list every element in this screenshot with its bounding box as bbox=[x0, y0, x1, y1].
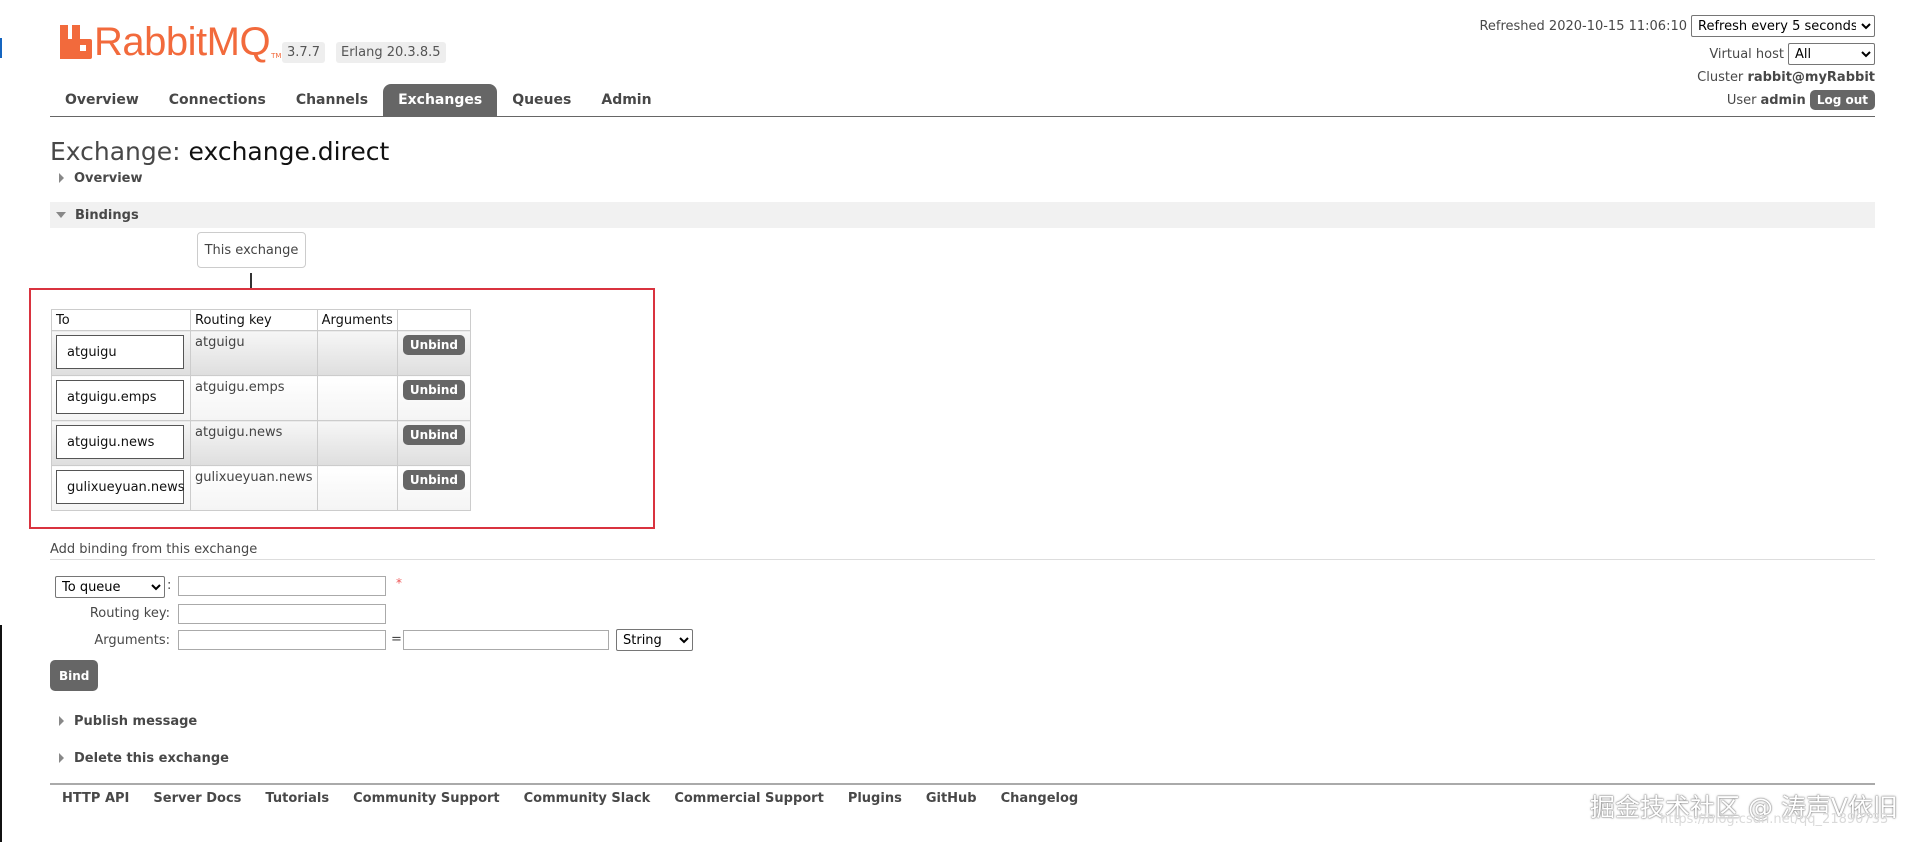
page-title: Exchange: exchange.direct bbox=[50, 137, 389, 166]
user-row: User admin Log out bbox=[1727, 90, 1875, 110]
rabbit-logo-icon bbox=[60, 25, 92, 59]
user-label: User bbox=[1726, 92, 1757, 108]
section-delete-label: Delete this exchange bbox=[74, 750, 229, 766]
left-edge-bar bbox=[0, 625, 2, 842]
add-binding-divider bbox=[50, 559, 1875, 560]
section-publish-label: Publish message bbox=[74, 713, 198, 729]
argument-equals: = bbox=[391, 632, 402, 647]
unbind-button[interactable]: Unbind bbox=[402, 335, 465, 355]
section-overview-label: Overview bbox=[74, 170, 143, 186]
queue-link[interactable]: atguigu bbox=[56, 335, 184, 369]
footer-link-github[interactable]: GitHub bbox=[914, 791, 989, 806]
logout-button[interactable]: Log out bbox=[1809, 90, 1875, 110]
table-header-row: To Routing key Arguments bbox=[51, 309, 471, 331]
column-header-arguments: Arguments bbox=[316, 309, 398, 331]
footer-link-community-slack[interactable]: Community Slack bbox=[512, 791, 663, 806]
logo-trademark: TM bbox=[271, 52, 282, 60]
logo-text: RabbitMQ bbox=[94, 20, 271, 64]
section-overview-toggle[interactable]: Overview bbox=[50, 165, 1875, 191]
left-edge-line bbox=[0, 38, 2, 58]
page-title-prefix: Exchange: bbox=[50, 137, 181, 166]
column-header-actions bbox=[396, 309, 471, 331]
refresh-row: Refreshed 2020-10-15 11:06:10 Refresh ev… bbox=[1479, 15, 1875, 37]
footer-link-commercial-support[interactable]: Commercial Support bbox=[662, 791, 836, 806]
table-row: atguigu.news atguigu.news Unbind bbox=[51, 420, 471, 466]
main-nav: Overview Connections Channels Exchanges … bbox=[50, 84, 667, 116]
refresh-interval-select[interactable]: Refresh every 5 seconds bbox=[1691, 15, 1875, 37]
nav-divider bbox=[50, 116, 1875, 117]
routing-key-input[interactable] bbox=[178, 604, 386, 624]
column-header-routing-key: Routing key bbox=[190, 309, 318, 331]
footer-link-server-docs[interactable]: Server Docs bbox=[141, 791, 253, 806]
user-name: admin bbox=[1760, 92, 1806, 108]
rabbitmq-logo[interactable]: RabbitMQ TM bbox=[60, 22, 281, 62]
unbind-button[interactable]: Unbind bbox=[402, 425, 465, 445]
cluster-name: rabbit@myRabbit bbox=[1747, 70, 1875, 85]
table-row: atguigu atguigu Unbind bbox=[51, 330, 471, 376]
routing-key-cell: atguigu.emps bbox=[195, 380, 285, 395]
collapsed-triangle-icon bbox=[59, 716, 64, 726]
cluster-label: Cluster bbox=[1697, 70, 1744, 85]
bind-button[interactable]: Bind bbox=[50, 660, 99, 691]
footer-link-http-api[interactable]: HTTP API bbox=[50, 791, 141, 806]
tab-admin[interactable]: Admin bbox=[586, 84, 666, 116]
queue-link[interactable]: gulixueyuan.news bbox=[56, 470, 185, 504]
tab-connections[interactable]: Connections bbox=[154, 84, 281, 116]
section-delete-toggle[interactable]: Delete this exchange bbox=[50, 745, 1875, 771]
footer-link-tutorials[interactable]: Tutorials bbox=[253, 791, 341, 806]
arguments-cell bbox=[318, 331, 397, 339]
unbind-button[interactable]: Unbind bbox=[402, 470, 465, 490]
unbind-button[interactable]: Unbind bbox=[402, 380, 465, 400]
footer-divider bbox=[50, 783, 1875, 785]
argument-type-select[interactable]: String bbox=[616, 629, 693, 651]
virtual-host-select[interactable]: All bbox=[1788, 43, 1875, 65]
section-bindings-toggle[interactable]: Bindings bbox=[50, 202, 1875, 228]
erlang-badge: Erlang 20.3.8.5 bbox=[336, 42, 446, 63]
version-badge: 3.7.7 bbox=[282, 42, 326, 63]
column-header-to: To bbox=[51, 309, 191, 331]
table-row: atguigu.emps atguigu.emps Unbind bbox=[51, 375, 471, 421]
expanded-triangle-icon bbox=[56, 212, 66, 218]
cluster-row: Cluster rabbit@myRabbit bbox=[1697, 70, 1875, 85]
queue-link[interactable]: atguigu.emps bbox=[56, 380, 184, 414]
watermark-url: https://blog.csdn.net/qq_21890733 bbox=[1660, 812, 1889, 827]
arguments-cell bbox=[318, 466, 397, 474]
collapsed-triangle-icon bbox=[59, 173, 64, 183]
queue-link[interactable]: atguigu.news bbox=[56, 425, 184, 459]
arguments-cell bbox=[318, 376, 397, 384]
footer-link-changelog[interactable]: Changelog bbox=[989, 791, 1091, 806]
colon-label: : bbox=[167, 578, 172, 593]
refreshed-label: Refreshed 2020-10-15 11:06:10 bbox=[1479, 18, 1687, 34]
destination-input[interactable] bbox=[178, 576, 386, 596]
arguments-label: Arguments: bbox=[94, 633, 170, 648]
section-publish-toggle[interactable]: Publish message bbox=[50, 708, 1875, 734]
tab-overview[interactable]: Overview bbox=[50, 84, 154, 116]
routing-key-cell: atguigu bbox=[195, 335, 245, 350]
destination-type-select[interactable]: To queue bbox=[55, 576, 165, 598]
required-marker: * bbox=[396, 576, 402, 590]
footer-link-plugins[interactable]: Plugins bbox=[836, 791, 914, 806]
vhost-row: Virtual host All bbox=[1709, 43, 1875, 65]
footer-link-community-support[interactable]: Community Support bbox=[341, 791, 512, 806]
table-row: gulixueyuan.news gulixueyuan.news Unbind bbox=[51, 465, 471, 511]
this-exchange-box: This exchange bbox=[197, 232, 306, 268]
binding-arrow-icon bbox=[250, 273, 252, 289]
virtual-host-label: Virtual host bbox=[1709, 46, 1784, 62]
routing-key-label: Routing key: bbox=[89, 606, 170, 621]
tab-channels[interactable]: Channels bbox=[281, 84, 383, 116]
argument-value-input[interactable] bbox=[403, 630, 609, 650]
routing-key-cell: gulixueyuan.news bbox=[195, 470, 313, 485]
add-binding-title: Add binding from this exchange bbox=[50, 542, 258, 557]
routing-key-cell: atguigu.news bbox=[195, 425, 283, 440]
tab-exchanges[interactable]: Exchanges bbox=[383, 84, 498, 116]
section-bindings-label: Bindings bbox=[75, 207, 139, 223]
collapsed-triangle-icon bbox=[59, 753, 64, 763]
tab-queues[interactable]: Queues bbox=[497, 84, 586, 116]
argument-key-input[interactable] bbox=[178, 630, 386, 650]
page-title-name: exchange.direct bbox=[188, 137, 390, 166]
footer-links: HTTP API Server Docs Tutorials Community… bbox=[50, 791, 1090, 806]
arguments-cell bbox=[318, 421, 397, 429]
bindings-table: To Routing key Arguments atguigu atguigu… bbox=[51, 309, 471, 511]
